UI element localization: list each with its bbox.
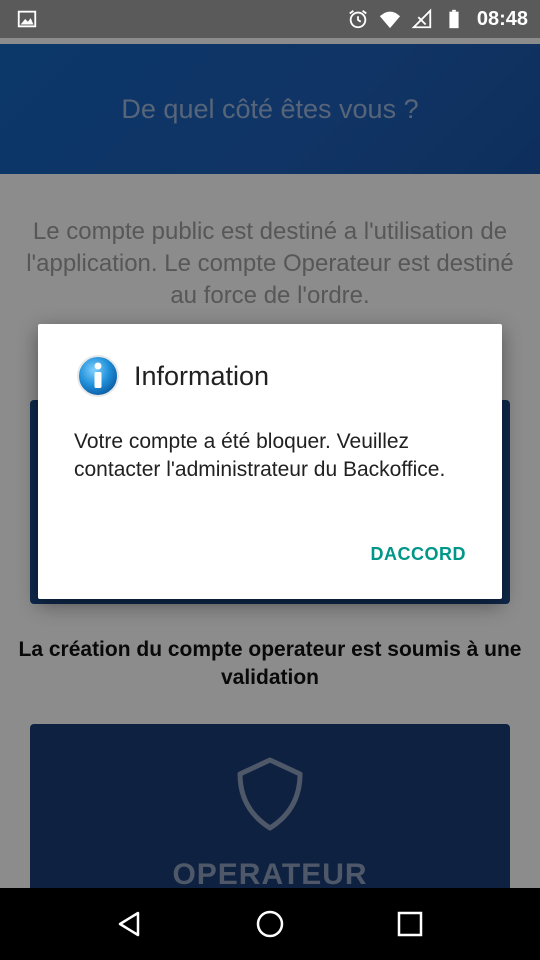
dialog-header: Information: [76, 354, 269, 398]
status-bar: 08:48: [0, 0, 540, 38]
status-right: 08:48: [347, 8, 528, 31]
dialog-title: Information: [134, 360, 270, 391]
battery-icon: [443, 8, 465, 30]
navigation-bar: [0, 888, 540, 960]
dialog-message: Votre compte a été bloquer. Veuillez con…: [74, 430, 446, 481]
status-time: 08:48: [476, 7, 528, 30]
wifi-icon: [379, 8, 401, 30]
information-dialog: Information Votre compte a été bloquer. …: [38, 324, 502, 599]
alarm-icon: [347, 8, 369, 30]
recents-icon[interactable]: [390, 904, 430, 944]
status-left: [16, 8, 38, 30]
image-icon: [16, 8, 38, 30]
back-icon[interactable]: [110, 904, 150, 944]
no-signal-icon: [411, 8, 433, 30]
info-icon: [77, 355, 119, 397]
home-icon[interactable]: [250, 904, 290, 944]
daccord-button[interactable]: DACCORD: [371, 544, 467, 565]
